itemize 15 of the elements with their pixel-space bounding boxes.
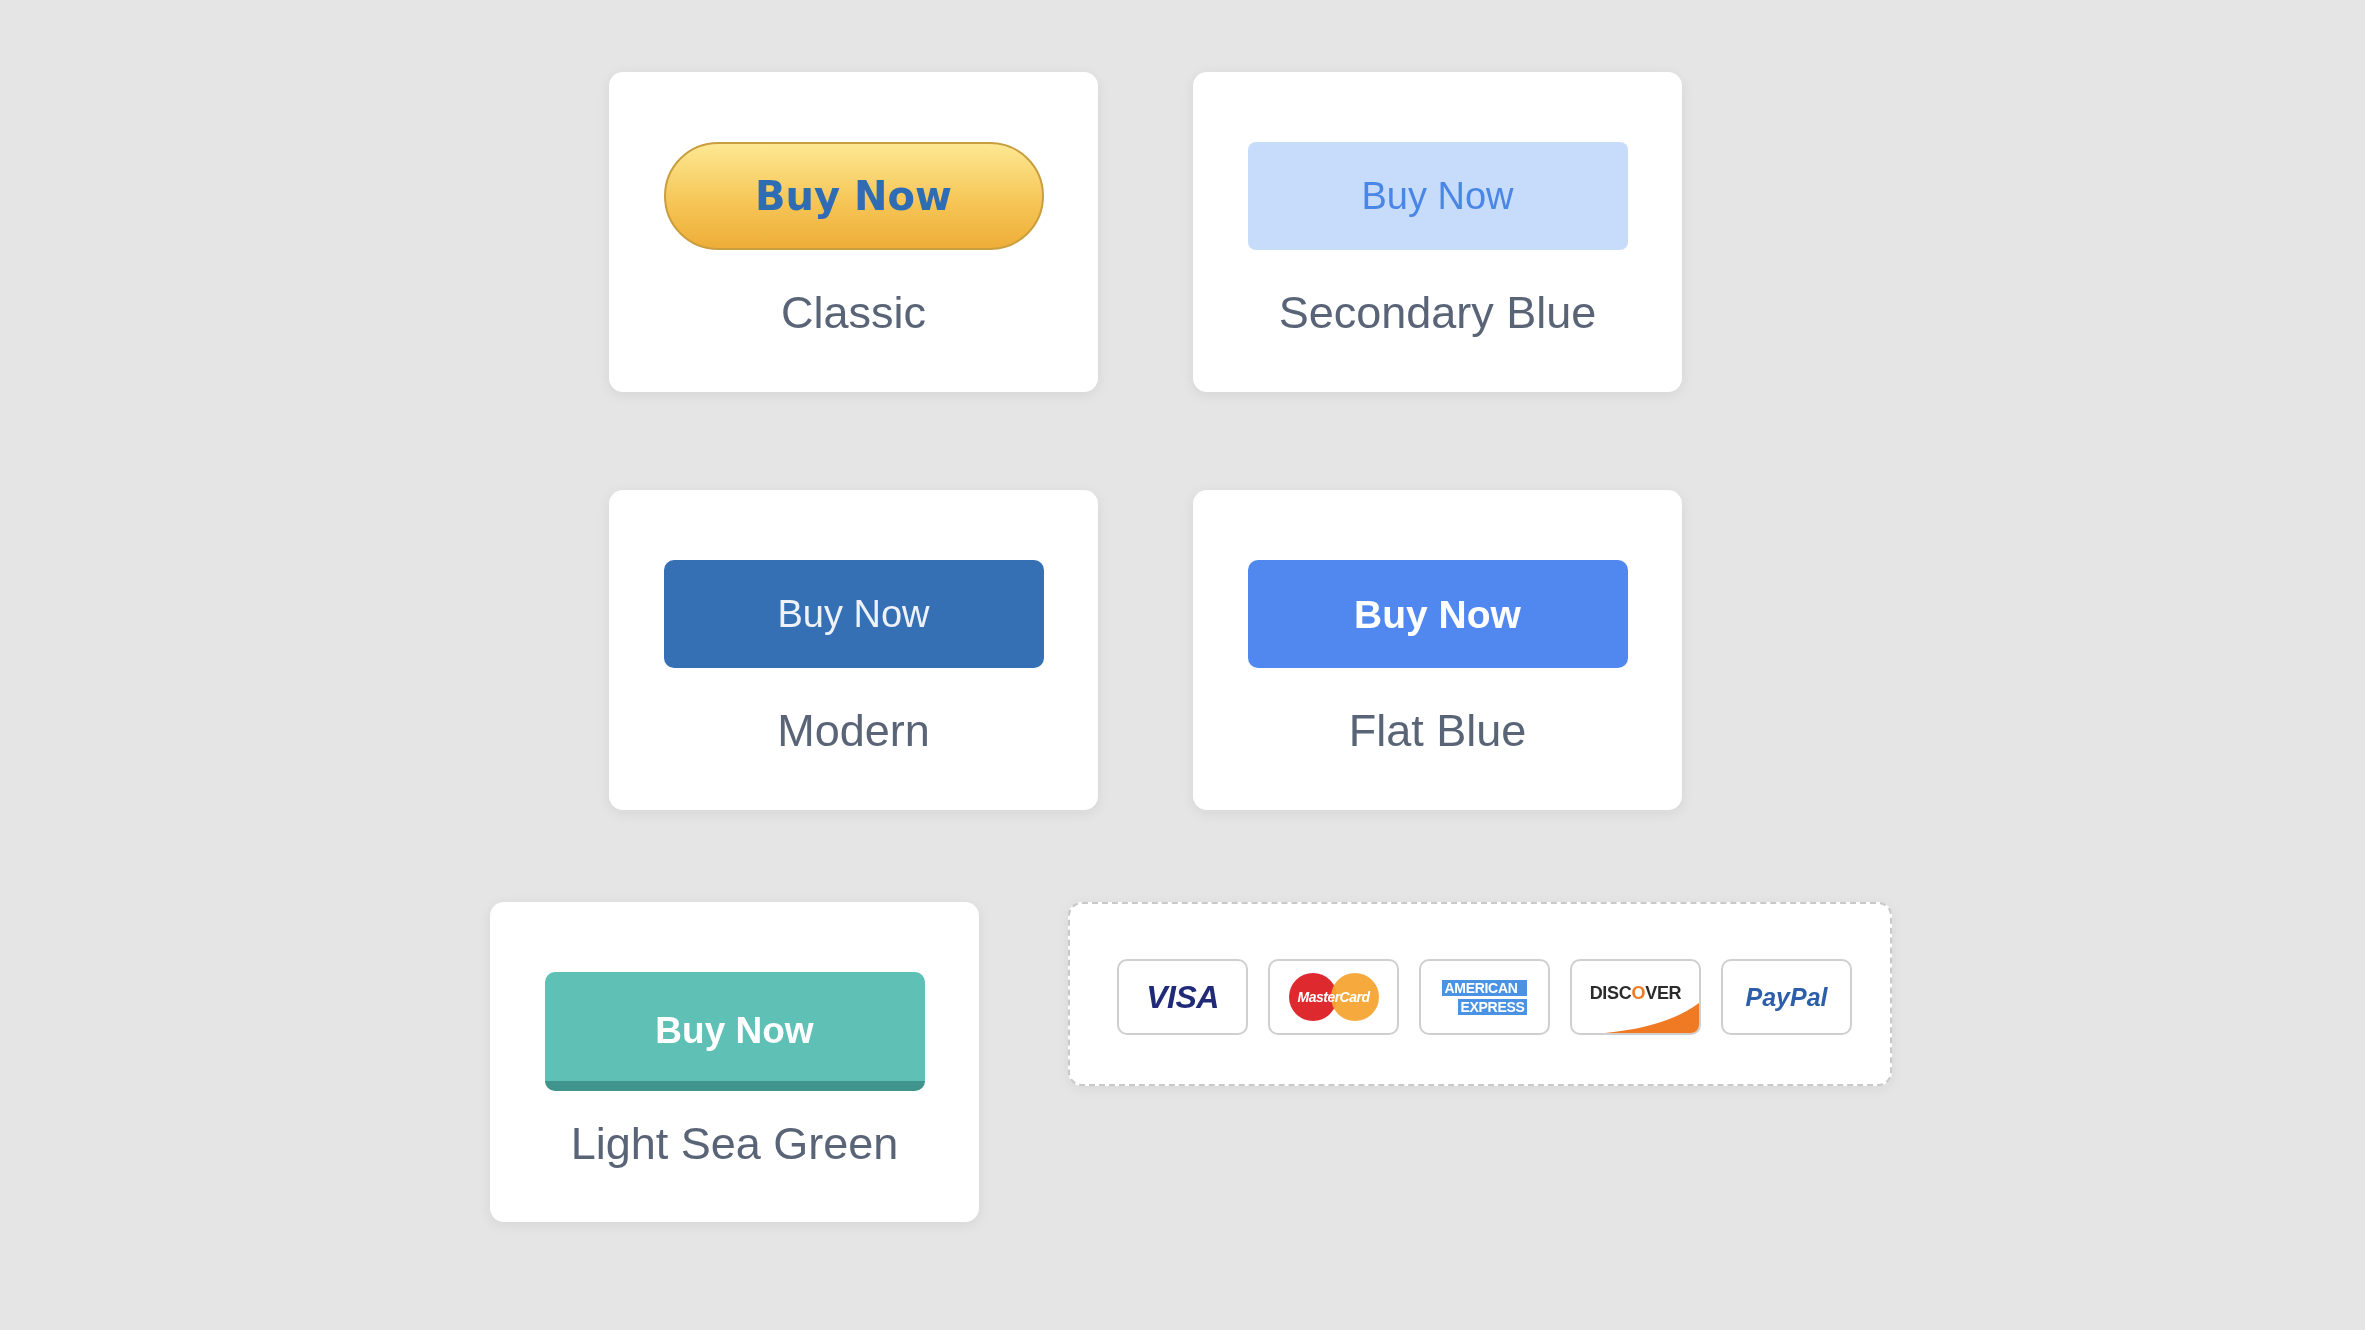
brand-wordmark: AMERICAN [1442,979,1527,996]
style-caption: Flat Blue [1348,704,1527,758]
buy-now-button[interactable]: Buy Now [663,142,1044,250]
style-caption: Modern [777,704,930,758]
brand-wordmark: PayPal [1745,984,1828,1010]
buy-now-button[interactable]: Buy Now [663,560,1044,668]
style-caption: Light Sea Green [570,1117,899,1171]
brand-wordmark: VISA [1146,981,1219,1013]
buy-now-button[interactable]: Buy Now [544,972,925,1091]
style-caption: Secondary Blue [1278,286,1597,340]
brand-wordmark: DISCOVER [1589,984,1682,1002]
brand-wordmark: EXPRESS [1458,998,1527,1015]
buy-now-button[interactable]: Buy Now [1247,560,1628,668]
style-caption: Classic [781,286,926,340]
buy-now-button[interactable]: Buy Now [1247,142,1628,250]
